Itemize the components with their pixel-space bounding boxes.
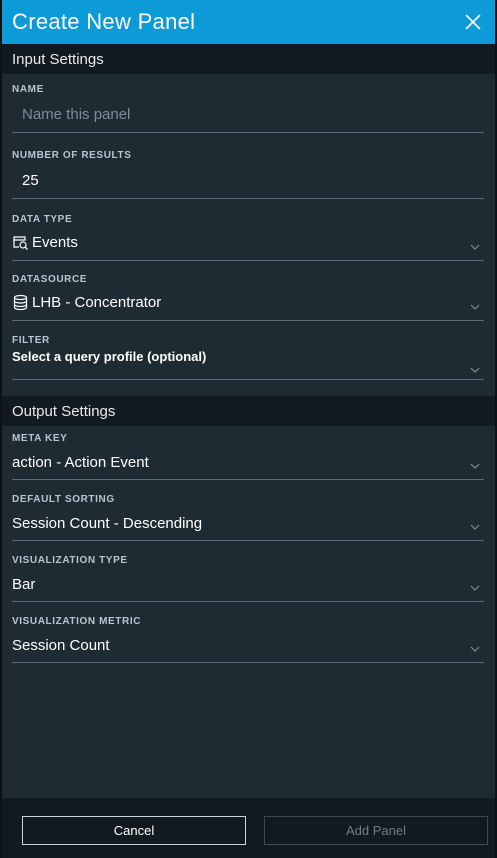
chevron-down-icon (470, 367, 480, 373)
chevron-down-icon (470, 304, 480, 310)
visualization-type-value: Bar (12, 576, 36, 593)
name-field: NAME (12, 84, 484, 134)
data-type-label: DATA TYPE (12, 214, 73, 225)
input-settings-header: Input Settings (2, 44, 495, 74)
cancel-button[interactable]: Cancel (22, 816, 246, 845)
visualization-metric-field: VISUALIZATION METRIC Session Count (12, 616, 484, 664)
meta-key-label: META KEY (12, 433, 68, 444)
visualization-type-underline (12, 601, 484, 602)
meta-key-value: action - Action Event (12, 454, 149, 471)
default-sorting-label: DEFAULT SORTING (12, 494, 115, 505)
chevron-down-icon (470, 646, 480, 652)
data-type-select[interactable]: Events (12, 228, 484, 260)
database-icon (13, 294, 28, 311)
datasource-underline (12, 320, 484, 321)
number-of-results-label: NUMBER OF RESULTS (12, 150, 132, 161)
datasource-value: LHB - Concentrator (32, 294, 162, 311)
number-of-results-underline (12, 198, 484, 199)
visualization-metric-underline (12, 662, 484, 663)
visualization-metric-select[interactable]: Session Count (12, 630, 484, 662)
close-icon (465, 14, 481, 30)
filter-select[interactable]: Select a query profile (optional) (12, 347, 484, 379)
data-type-value: Events (32, 234, 78, 251)
name-label: NAME (12, 84, 44, 95)
filter-field: FILTER Select a query profile (optional) (12, 335, 484, 381)
filter-underline (12, 379, 484, 380)
visualization-type-field: VISUALIZATION TYPE Bar (12, 555, 484, 603)
default-sorting-field: DEFAULT SORTING Session Count - Descendi… (12, 494, 484, 542)
chevron-down-icon (470, 463, 480, 469)
number-of-results-field: NUMBER OF RESULTS (12, 150, 484, 200)
add-panel-button[interactable]: Add Panel (264, 816, 488, 845)
name-underline (12, 132, 484, 133)
chevron-down-icon (470, 585, 480, 591)
dialog-titlebar: Create New Panel (2, 0, 495, 44)
datasource-select[interactable]: LHB - Concentrator (12, 288, 484, 320)
visualization-metric-value: Session Count (12, 637, 110, 654)
chevron-down-icon (470, 524, 480, 530)
dialog-title: Create New Panel (12, 9, 196, 34)
datasource-field: DATASOURCE LHB - Concentrator (12, 274, 484, 322)
data-type-field: DATA TYPE Events (12, 214, 484, 262)
datasource-label: DATASOURCE (12, 274, 88, 285)
default-sorting-select[interactable]: Session Count - Descending (12, 508, 484, 540)
create-panel-dialog: Create New Panel Input Settings NAME NUM… (0, 0, 497, 858)
close-button[interactable] (459, 8, 487, 36)
data-type-underline (12, 260, 484, 261)
dialog-footer: Cancel Add Panel (2, 798, 495, 858)
default-sorting-value: Session Count - Descending (12, 515, 203, 532)
chevron-down-icon (470, 244, 480, 250)
visualization-metric-label: VISUALIZATION METRIC (12, 616, 142, 627)
meta-key-underline (12, 479, 484, 480)
filter-label: FILTER (12, 335, 50, 346)
output-settings-header: Output Settings (2, 396, 495, 426)
name-input[interactable] (12, 99, 484, 129)
visualization-type-label: VISUALIZATION TYPE (12, 555, 128, 566)
filter-value: Select a query profile (optional) (12, 349, 207, 364)
default-sorting-underline (12, 540, 484, 541)
events-icon (13, 236, 28, 250)
visualization-type-select[interactable]: Bar (12, 569, 484, 601)
meta-key-select[interactable]: action - Action Event (12, 447, 484, 479)
meta-key-field: META KEY action - Action Event (12, 433, 484, 481)
number-of-results-input[interactable] (12, 165, 484, 195)
